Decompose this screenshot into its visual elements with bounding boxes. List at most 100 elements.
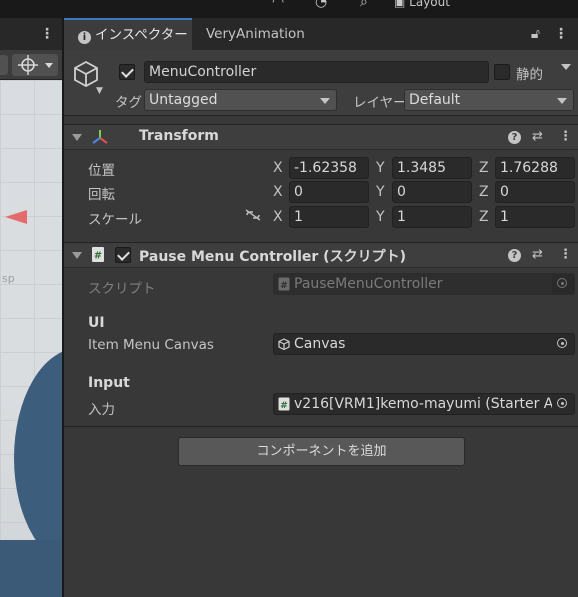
script-component-title: Pause Menu Controller (スクリプト) [139, 249, 406, 265]
object-picker-icon [552, 274, 574, 294]
tag-label: タグ [115, 95, 142, 111]
help-icon[interactable]: ? [508, 129, 521, 144]
rotation-z-label[interactable]: Z [479, 184, 489, 200]
scene-gizmo-bar [0, 50, 63, 80]
svg-text:#: # [280, 281, 288, 291]
script-enabled-checkbox[interactable] [115, 247, 131, 263]
tool-button[interactable] [0, 55, 8, 75]
lock-icon[interactable]: 🔓︎ [531, 26, 540, 42]
gameobject-header: ▼ MenuController 静的 タグ Untagged レイヤー Def… [64, 50, 578, 116]
position-z-field[interactable]: 1.76288 [495, 157, 575, 179]
position-x-label[interactable]: X [273, 160, 283, 176]
help-icon[interactable]: ? [508, 247, 521, 262]
layout-dropdown[interactable]: ▣ Layout [394, 0, 504, 9]
transform-axes-icon [92, 130, 108, 144]
gameobject-active-checkbox[interactable] [119, 64, 135, 80]
tab-inspector-label: インスペクター [95, 27, 188, 43]
svg-text:#: # [280, 401, 288, 411]
tab-bar-icons: 🔓︎ ⋮ [531, 18, 568, 50]
scene-toolbar: ⋮ [0, 18, 63, 50]
gameobject-cube-icon [74, 60, 98, 87]
tag-dropdown[interactable]: Untagged [144, 89, 337, 111]
tag-value: Untagged [149, 92, 218, 108]
item-menu-canvas-label: Item Menu Canvas [88, 337, 214, 353]
script-file-icon: # [278, 397, 290, 411]
script-file-icon: # [92, 247, 104, 262]
more-options-icon[interactable]: ⋮ [40, 26, 54, 42]
position-y-field[interactable]: 1.3485 [392, 157, 472, 179]
add-component-button[interactable]: コンポーネントを追加 [178, 437, 465, 466]
layer-dropdown[interactable]: Default [404, 89, 574, 111]
icon-dropdown-arrow-icon[interactable]: ▼ [96, 86, 103, 96]
transform-title: Transform [139, 128, 219, 144]
scene-view[interactable]: ⋮ sp [0, 18, 63, 597]
foldout-arrow-icon[interactable] [72, 252, 82, 259]
layer-value: Default [409, 92, 461, 108]
script-value: PauseMenuController [294, 276, 443, 292]
scale-y-label[interactable]: Y [376, 209, 385, 225]
rotation-y-label[interactable]: Y [376, 184, 385, 200]
top-toolbar: ◠ ◔ ⌕ ▣ Layout [0, 0, 578, 18]
item-menu-canvas-value: Canvas [294, 336, 346, 352]
more-options-icon[interactable]: ⋮ [554, 26, 568, 42]
svg-text:#: # [94, 251, 102, 262]
object-picker-icon[interactable] [552, 334, 574, 354]
scale-z-label[interactable]: Z [479, 209, 489, 225]
rotation-x-label[interactable]: X [273, 184, 283, 200]
scene-floor [0, 540, 63, 597]
presets-icon[interactable]: ⇄ [532, 247, 543, 262]
input-label: 入力 [88, 402, 115, 418]
search-icon[interactable]: ⌕ [360, 0, 368, 10]
script-component-header[interactable]: # Pause Menu Controller (スクリプト) ? ⇄ ⋮ [64, 242, 578, 268]
component-menu-icon[interactable]: ⋮ [559, 247, 572, 262]
inspector-panel: i インスペクター VeryAnimation 🔓︎ ⋮ ▼ MenuControl… [64, 18, 578, 597]
history-icon[interactable]: ◔ [315, 0, 327, 10]
tab-veryanimation[interactable]: VeryAnimation [206, 18, 336, 50]
info-icon: i [78, 31, 91, 44]
cloud-icon[interactable]: ◠ [272, 0, 284, 10]
layer-label: レイヤー [353, 95, 407, 111]
gameobject-cube-icon [278, 338, 290, 351]
input-field[interactable]: # v216[VRM1]kemo-mayumi (Starter A [273, 393, 575, 415]
tab-veryanimation-label: VeryAnimation [206, 26, 305, 42]
chevron-down-icon [320, 98, 330, 104]
separator [64, 426, 578, 427]
input-section-header: Input [88, 375, 130, 391]
position-y-label[interactable]: Y [376, 160, 385, 176]
static-label: 静的 [516, 67, 543, 83]
position-x-field[interactable]: -1.62358 [289, 157, 369, 179]
transform-header[interactable]: Transform ? ⇄ ⋮ [64, 124, 578, 150]
scale-x-field[interactable]: 1 [289, 206, 369, 228]
gizmo-icon [18, 55, 53, 75]
tab-inspector[interactable]: i インスペクター [64, 18, 192, 50]
red-gizmo-arrow [5, 210, 27, 224]
component-menu-icon[interactable]: ⋮ [559, 129, 572, 144]
static-checkbox[interactable] [494, 64, 510, 80]
chevron-down-icon [557, 98, 567, 104]
scale-x-label[interactable]: X [273, 209, 283, 225]
static-dropdown-icon[interactable] [561, 64, 571, 70]
script-label: スクリプト [88, 281, 156, 297]
item-menu-canvas-field[interactable]: Canvas [273, 333, 575, 355]
scale-label: スケール [88, 212, 142, 228]
gameobject-name-field[interactable]: MenuController [144, 61, 489, 83]
scale-y-field[interactable]: 1 [392, 206, 472, 228]
constrain-proportions-icon[interactable] [244, 208, 262, 222]
rotation-y-field[interactable]: 0 [392, 181, 472, 203]
rotation-z-field[interactable]: 0 [495, 181, 575, 203]
script-file-icon: # [278, 277, 290, 291]
layout-label: Layout [409, 0, 450, 9]
rotation-x-field[interactable]: 0 [289, 181, 369, 203]
presets-icon[interactable]: ⇄ [532, 129, 543, 144]
script-field: # PauseMenuController [273, 273, 575, 295]
position-z-label[interactable]: Z [479, 160, 489, 176]
input-value: v216[VRM1]kemo-mayumi (Starter A [294, 396, 554, 412]
scene-label: sp [2, 272, 15, 285]
tab-bar: i インスペクター VeryAnimation 🔓︎ ⋮ [64, 18, 578, 50]
object-picker-icon[interactable] [552, 394, 574, 414]
foldout-arrow-icon[interactable] [72, 134, 82, 141]
scale-z-field[interactable]: 1 [495, 206, 575, 228]
scene-viewport[interactable]: sp [0, 80, 63, 597]
ui-section-header: UI [88, 315, 105, 331]
gizmo-dropdown[interactable] [12, 54, 58, 76]
